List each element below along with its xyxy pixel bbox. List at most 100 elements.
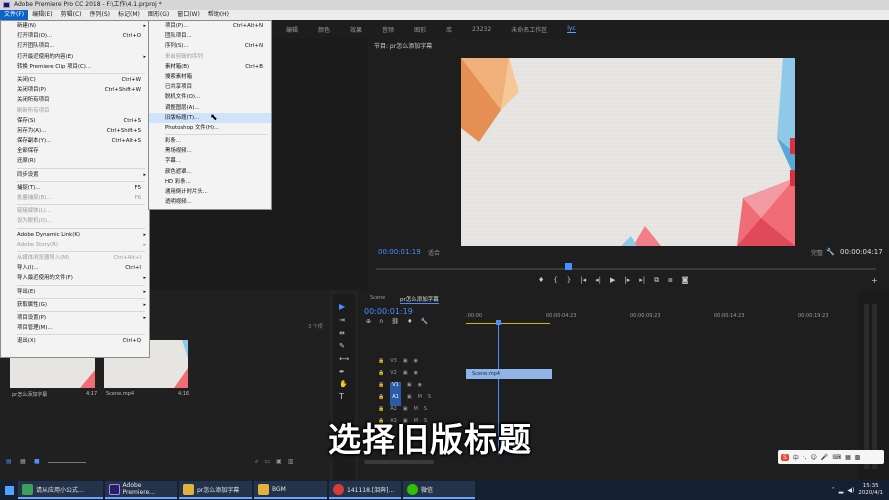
type-tool-icon[interactable]: T (339, 392, 344, 401)
mute-icon[interactable]: M (418, 394, 422, 406)
add-button-icon[interactable]: + (871, 276, 878, 285)
go-to-out-icon[interactable]: ▸| (639, 276, 645, 286)
workspace-tab[interactable]: 颜色 (318, 25, 330, 34)
file-menu-item[interactable]: 打开最近使用的内容(E) ▸ (1, 52, 149, 62)
workspace-tab-active[interactable]: lyc (567, 25, 576, 33)
new-submenu-item[interactable]: 彩条... (149, 136, 271, 146)
eye-icon[interactable]: ◉ (418, 382, 422, 394)
ime-emoji-icon[interactable]: ☺ (811, 454, 817, 461)
ime-tools-icon[interactable]: ▩ (855, 454, 861, 461)
new-submenu-item[interactable]: 字幕... (149, 156, 271, 166)
zoom-slider[interactable] (48, 462, 86, 463)
new-submenu-item[interactable]: 序列(S)... Ctrl+N (149, 41, 271, 51)
file-menu-item[interactable]: Adobe Dynamic Link(K) ▸ (1, 230, 149, 240)
nest-icon[interactable]: ⊕ (366, 318, 371, 325)
file-menu-item[interactable]: 刷新所有项目 (1, 106, 149, 116)
new-item-icon[interactable]: ▣ (276, 458, 282, 466)
sync-icon[interactable]: ▣ (407, 382, 412, 394)
lock-icon[interactable]: 🔒 (378, 370, 384, 382)
file-menu-item[interactable]: 新建(N) ▸ (1, 21, 149, 31)
volume-icon[interactable]: ◀) (847, 487, 854, 494)
settings-wrench-icon[interactable]: 🔧 (420, 318, 427, 325)
file-menu-item[interactable]: 关闭项目(P) Ctrl+Shift+W (1, 85, 149, 95)
delete-icon[interactable]: ▥ (288, 458, 294, 466)
file-menu-item[interactable]: 保存副本(Y)... Ctrl+Alt+S (1, 136, 149, 146)
razor-tool-icon[interactable]: ✎ (339, 342, 345, 350)
playhead-marker[interactable] (565, 263, 572, 270)
file-menu-item[interactable]: 关闭所有项目 (1, 95, 149, 105)
file-menu-item[interactable]: 导入最近使用的文件(F) ▸ (1, 273, 149, 283)
track-label[interactable]: A1 (390, 394, 401, 406)
ripple-edit-tool-icon[interactable]: ⇹ (339, 329, 345, 337)
file-menu-item[interactable]: 同步设置 ▸ (1, 170, 149, 180)
network-icon[interactable]: ▂ (839, 487, 844, 494)
file-menu-item[interactable]: 打开项目(O)... Ctrl+O (1, 31, 149, 41)
file-menu-item[interactable]: 项目设置(P) ▸ (1, 313, 149, 323)
timeline-clip[interactable]: Scene.mp4 (466, 369, 552, 379)
workspace-tab[interactable]: 23232 (472, 26, 491, 33)
file-menu-item[interactable]: 链接媒体(L)... (1, 206, 149, 216)
snap-icon[interactable]: ∩ (379, 318, 383, 325)
new-submenu-item[interactable]: 黑场视频... (149, 146, 271, 156)
menu-sequence[interactable]: 序列(S) (86, 10, 115, 20)
go-to-in-icon[interactable]: |◂ (580, 276, 586, 286)
timeline-tab[interactable]: Scene (370, 295, 385, 301)
quality-dropdown[interactable]: 完整 (811, 248, 823, 257)
timeline-timecode[interactable]: 00:00:01:19 (364, 307, 413, 316)
search-icon[interactable]: ⌕ (255, 458, 258, 466)
sync-icon[interactable]: ▣ (407, 394, 412, 406)
file-menu-item[interactable]: 转换 Premiere Clip 项目(C)... (1, 62, 149, 72)
workspace-tab[interactable]: 未命名工作区 (511, 25, 547, 34)
menu-clip[interactable]: 剪辑(C) (57, 10, 86, 20)
add-marker-icon[interactable]: ♦ (407, 318, 412, 325)
lock-icon[interactable]: 🔒 (378, 382, 384, 394)
work-area-bar[interactable] (466, 323, 550, 324)
new-submenu-item[interactable]: 素材箱(B) Ctrl+B (149, 62, 271, 72)
workspace-tab[interactable]: 库 (446, 25, 452, 34)
start-button[interactable] (0, 480, 18, 500)
play-icon[interactable]: ▶ (610, 276, 615, 286)
workspace-tab[interactable]: 编辑 (286, 25, 298, 34)
new-submenu-item[interactable]: 已共享项目 (149, 82, 271, 92)
fit-dropdown[interactable]: 适合 (428, 248, 440, 257)
ime-skin-icon[interactable]: ▦ (845, 454, 851, 461)
new-submenu-item[interactable]: 调整图层(A)... (149, 103, 271, 113)
ime-chinese-icon[interactable]: 中 (793, 453, 799, 462)
new-submenu-item[interactable]: 搜索素材箱 (149, 72, 271, 82)
menu-window[interactable]: 窗口(W) (173, 10, 204, 20)
track-select-tool-icon[interactable]: ⇥ (339, 316, 345, 324)
track-label[interactable]: V1 (390, 382, 401, 394)
linked-selection-icon[interactable]: ⛓ (391, 318, 399, 325)
file-menu-item[interactable]: 批量捕捉(B)... F6 (1, 193, 149, 203)
file-menu-item[interactable]: 获取属性(G) ▸ (1, 300, 149, 310)
selection-tool-icon[interactable]: ▶ (339, 302, 345, 311)
sync-icon[interactable]: ▣ (403, 358, 408, 370)
in-point-icon[interactable]: { (553, 276, 557, 286)
folder-icon[interactable]: ▭ (264, 458, 270, 466)
lock-icon[interactable]: 🔒 (378, 394, 384, 406)
new-submenu-item[interactable]: 通用倒计时片头... (149, 187, 271, 197)
new-submenu-item[interactable]: 透明视频... (149, 197, 271, 207)
ime-voice-icon[interactable]: 🎤 (821, 454, 828, 461)
file-menu-item[interactable]: 导出(E) ▸ (1, 287, 149, 297)
file-menu-item[interactable]: 还原(R) (1, 156, 149, 166)
file-menu-item[interactable]: 退出(X) Ctrl+Q (1, 336, 149, 346)
taskbar-item[interactable]: 微信 (403, 481, 475, 499)
file-menu-item[interactable]: Adobe Story(R) ▸ (1, 240, 149, 250)
new-submenu-item[interactable]: Photoshop 文件(H)... (149, 123, 271, 133)
clock[interactable]: 15:35 2020/4/1 (858, 483, 883, 497)
marker-icon[interactable]: ♦ (538, 276, 544, 286)
menu-graphics[interactable]: 图形(G) (144, 10, 173, 20)
taskbar-item[interactable]: Adobe Premiere... (105, 481, 177, 499)
new-submenu-item[interactable]: 项目(P)... Ctrl+Alt+N (149, 21, 271, 31)
icon-view-icon[interactable]: ▦ (20, 458, 26, 465)
camera-icon[interactable]: ◙ (682, 276, 689, 286)
file-menu-item[interactable]: 设为脱机(O)... (1, 216, 149, 226)
file-menu-item[interactable]: 捕捉(T)... F5 (1, 183, 149, 193)
slip-tool-icon[interactable]: ⟷ (339, 355, 349, 363)
new-submenu-item[interactable]: 团队项目... (149, 31, 271, 41)
menu-marker[interactable]: 标记(M) (114, 10, 144, 20)
out-point-icon[interactable]: } (567, 276, 571, 286)
tray-icon[interactable]: ˄ (832, 487, 835, 494)
freeform-view-icon[interactable]: ■ (34, 458, 40, 465)
